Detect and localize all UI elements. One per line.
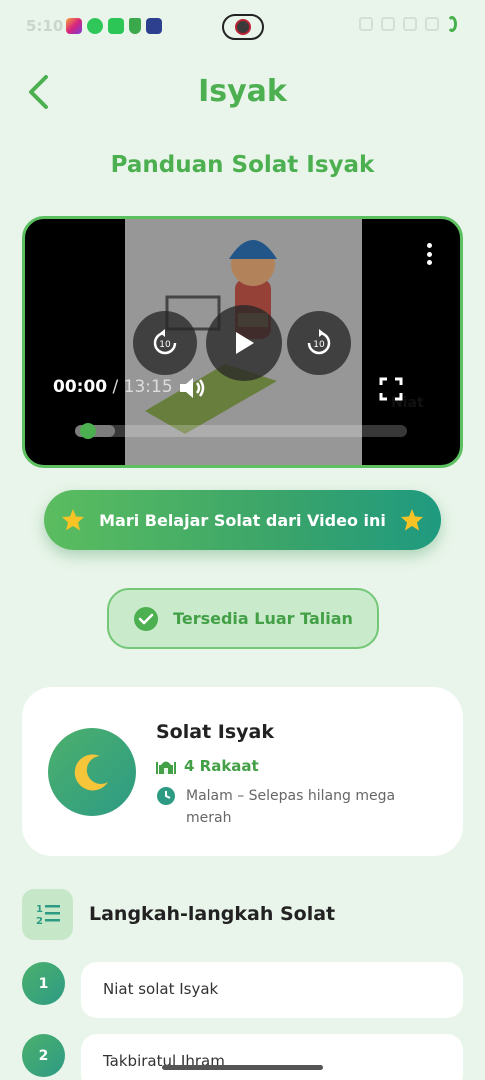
star-icon	[400, 509, 423, 531]
wifi-icon	[403, 17, 417, 31]
battery-icon	[447, 16, 457, 32]
notification-icons	[66, 18, 162, 34]
numbered-list-icon: 1 2	[22, 888, 73, 940]
play-icon	[236, 332, 254, 354]
vpn-icon	[146, 18, 162, 34]
moon-avatar	[48, 728, 136, 816]
cta-label: Mari Belajar Solat dari Video ini	[99, 510, 386, 530]
step-number: 1	[22, 962, 65, 1005]
fullscreen-icon	[379, 377, 403, 401]
learn-from-video-button[interactable]: Mari Belajar Solat dari Video ini	[44, 490, 441, 550]
time-separator: /	[107, 377, 124, 397]
step-label: Niat solat Isyak	[81, 962, 463, 1018]
status-bar: 5:10	[0, 0, 485, 52]
crescent-moon-icon	[74, 754, 108, 791]
svg-text:1: 1	[36, 904, 43, 915]
signal-icon	[425, 17, 439, 31]
svg-text:10: 10	[313, 340, 325, 350]
status-time: 5:10	[26, 17, 64, 35]
fullscreen-button[interactable]	[379, 377, 403, 401]
video-player[interactable]: Niat 10 10 00:00 / 13:15	[22, 216, 463, 468]
check-circle-icon	[134, 606, 159, 631]
rewind-10-button[interactable]: 10	[133, 311, 197, 375]
more-options-button[interactable]	[419, 239, 439, 269]
vibrate-icon	[381, 17, 395, 31]
mosque-icon	[156, 761, 176, 774]
svg-text:2: 2	[36, 916, 43, 926]
forward-10-button[interactable]: 10	[287, 311, 351, 375]
svg-text:10: 10	[159, 340, 171, 350]
clock-icon	[157, 787, 175, 805]
shield-icon	[129, 18, 141, 34]
prayer-info-card: Solat Isyak 4 Rakaat Malam – Selepas hil…	[22, 687, 463, 856]
rakaat-row: 4 Rakaat	[156, 757, 259, 775]
alarm-icon	[359, 17, 373, 31]
step-label: Takbiratul Ihram	[81, 1034, 463, 1080]
play-button[interactable]	[206, 305, 282, 381]
page-title: Isyak	[198, 74, 287, 109]
video-seekbar[interactable]	[75, 423, 407, 439]
video-time: 00:00 / 13:15	[53, 377, 173, 397]
home-indicator[interactable]	[162, 1065, 323, 1070]
star-icon	[62, 509, 85, 531]
volume-button[interactable]	[177, 375, 207, 401]
prayer-time-text: Malam – Selepas hilang mega merah	[186, 788, 396, 826]
whatsapp-icon	[87, 18, 103, 34]
steps-title: Langkah-langkah Solat	[89, 903, 336, 925]
steps-header: 1 2 Langkah-langkah Solat	[22, 888, 463, 940]
camera-cutout	[222, 14, 264, 40]
rakaat-count: 4 Rakaat	[184, 757, 259, 775]
time-row: Malam – Selepas hilang mega merah	[156, 785, 426, 829]
app-icon	[108, 18, 124, 34]
step-number: 2	[22, 1034, 65, 1077]
seekbar-thumb[interactable]	[80, 423, 96, 439]
duration: 13:15	[123, 377, 173, 397]
current-time: 00:00	[53, 377, 108, 397]
top-bar: Isyak	[0, 62, 485, 124]
step-item[interactable]: 1 Niat solat Isyak	[22, 962, 463, 1018]
forward-10-icon: 10	[307, 329, 331, 355]
prayer-title: Solat Isyak	[156, 721, 274, 743]
system-icons	[359, 16, 457, 32]
offline-available-badge: Tersedia Luar Talian	[107, 588, 379, 649]
volume-icon	[180, 378, 205, 398]
step-item[interactable]: 2 Takbiratul Ihram	[22, 1034, 463, 1080]
rewind-10-icon: 10	[153, 329, 177, 355]
section-subtitle: Panduan Solat Isyak	[110, 152, 375, 178]
offline-label: Tersedia Luar Talian	[173, 609, 353, 628]
instagram-icon	[66, 18, 82, 34]
